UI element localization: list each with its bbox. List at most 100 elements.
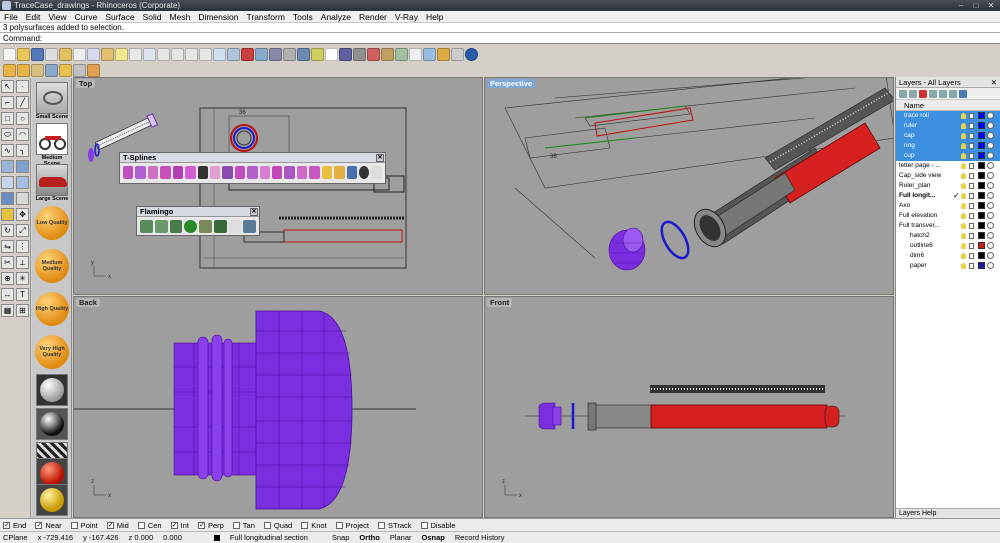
layer-material-icon[interactable] (987, 132, 994, 139)
tsplines-axis-icon[interactable] (321, 166, 333, 179)
close-icon[interactable]: ✕ (376, 154, 384, 162)
layer-color-swatch[interactable] (978, 192, 985, 199)
osnap-end-checkbox[interactable]: ✓ End (3, 521, 26, 530)
menu-surface[interactable]: Surface (101, 11, 138, 23)
layer-row[interactable]: Axo (896, 201, 1000, 211)
viewport-top[interactable]: 36 x y Top T-Splines ✕ Flamingo ✕ (73, 77, 483, 295)
osnap-mid-checkbox[interactable]: ✓ Mid (106, 521, 129, 530)
material-chrome-button[interactable] (34, 408, 70, 440)
layer-icon[interactable] (339, 47, 352, 61)
viewport-title-front[interactable]: Front (487, 298, 513, 307)
menu-solid[interactable]: Solid (139, 11, 166, 23)
layer-material-icon[interactable] (987, 142, 994, 149)
ortho-toggle[interactable]: Ortho (359, 533, 379, 542)
snap-grid-icon[interactable] (17, 63, 30, 77)
surface-icon[interactable] (1, 160, 14, 173)
snap-tool-icon[interactable] (3, 63, 16, 77)
layer-visibility-bulb-icon[interactable] (961, 183, 966, 189)
copy-icon[interactable] (87, 47, 100, 61)
layer-color-swatch[interactable] (978, 242, 985, 249)
layer-lock-icon[interactable] (969, 183, 974, 189)
render-icon[interactable] (409, 47, 422, 61)
tsplines-symmetry-icon[interactable] (309, 166, 320, 179)
point-icon[interactable]: · (16, 80, 29, 93)
osnap-cen-checkbox[interactable]: Cen (137, 521, 162, 530)
tsplines-insert-icon[interactable] (259, 166, 271, 179)
tsplines-toolbar-title[interactable]: T-Splines ✕ (120, 153, 385, 163)
layer-material-icon[interactable] (987, 192, 994, 199)
record-history-toggle[interactable]: Record History (455, 533, 505, 542)
rendered-icon[interactable] (297, 47, 310, 61)
loft-icon[interactable] (1, 192, 14, 205)
menu-curve[interactable]: Curve (71, 11, 102, 23)
layer-material-icon[interactable] (987, 242, 994, 249)
tsplines-box-mode-icon[interactable] (222, 166, 233, 179)
osnap-near-checkbox[interactable]: ✓ Near (35, 521, 62, 530)
layer-material-icon[interactable] (987, 182, 994, 189)
layer-color-swatch[interactable] (978, 122, 985, 129)
cplane-label[interactable]: CPlane (3, 533, 28, 542)
minimize-button[interactable]: – (954, 1, 968, 10)
layer-visibility-bulb-icon[interactable] (961, 143, 966, 149)
layer-visibility-bulb-icon[interactable] (961, 123, 966, 129)
osnap-project-checkbox[interactable]: Project (335, 521, 369, 530)
layer-lock-icon[interactable] (969, 163, 974, 169)
layer-color-swatch[interactable] (978, 162, 985, 169)
layer-lock-icon[interactable] (969, 263, 974, 269)
new-file-icon[interactable] (3, 47, 16, 61)
material-icon[interactable] (381, 47, 394, 61)
layers-column-name[interactable]: Name (896, 100, 1000, 111)
light-icon[interactable] (395, 47, 408, 61)
osnap-int-checkbox[interactable]: ✓ Int (170, 521, 189, 530)
close-icon[interactable]: ✕ (250, 208, 258, 216)
tsplines-manipulator-icon[interactable] (197, 166, 208, 179)
filter-icon[interactable] (949, 89, 957, 98)
layer-visibility-bulb-icon[interactable] (961, 263, 966, 269)
layer-material-icon[interactable] (987, 252, 994, 259)
named-view-icon[interactable] (255, 47, 268, 61)
layer-row[interactable]: paper (896, 261, 1000, 271)
sphere-icon[interactable] (16, 176, 29, 189)
tsplines-plane-icon[interactable] (160, 166, 171, 179)
layer-color-swatch[interactable] (978, 202, 985, 209)
flamingo-sphere-icon[interactable] (184, 220, 197, 233)
flamingo-environment-icon[interactable] (169, 220, 183, 233)
close-icon[interactable]: ✕ (991, 77, 997, 88)
layer-lock-icon[interactable] (969, 133, 974, 139)
tsplines-crease-icon[interactable] (284, 166, 295, 179)
layer-row[interactable]: Full elevation (896, 211, 1000, 221)
layer-visibility-bulb-icon[interactable] (961, 233, 966, 239)
flamingo-sun-icon[interactable] (228, 220, 242, 233)
select-arrow-icon[interactable]: ↖ (1, 80, 14, 93)
grid-icon[interactable]: ⊞ (16, 304, 29, 317)
delete-layer-icon[interactable] (919, 89, 927, 98)
hide-objects-icon[interactable] (325, 47, 338, 61)
layer-color-swatch[interactable] (978, 172, 985, 179)
cut-icon[interactable] (73, 47, 86, 61)
box-icon[interactable] (1, 176, 14, 189)
tsplines-fill-icon[interactable] (296, 166, 308, 179)
layer-lock-icon[interactable] (969, 243, 974, 249)
snap-object-icon[interactable] (31, 63, 44, 77)
display-mode-icon[interactable] (45, 63, 58, 77)
help-icon[interactable] (465, 47, 478, 61)
layer-row[interactable]: Ruler_plan (896, 181, 1000, 191)
split-icon[interactable]: ⟂ (16, 256, 29, 269)
layer-lock-icon[interactable] (969, 213, 974, 219)
layer-color-swatch[interactable] (978, 232, 985, 239)
viewport-front[interactable]: x z Front (484, 296, 894, 518)
shaded-icon[interactable] (283, 47, 296, 61)
rotate-view-icon[interactable] (143, 47, 156, 61)
layer-material-icon[interactable] (987, 262, 994, 269)
zoom-extents-icon[interactable] (185, 47, 198, 61)
layer-visibility-bulb-icon[interactable] (961, 203, 966, 209)
menu-mesh[interactable]: Mesh (166, 11, 195, 23)
layer-row[interactable]: Full longit... ✓ (896, 191, 1000, 201)
flamingo-landscape-icon[interactable] (199, 220, 212, 233)
layer-visibility-bulb-icon[interactable] (961, 153, 966, 159)
transform-icon[interactable] (1, 208, 14, 221)
rotate-icon[interactable]: ↻ (1, 224, 14, 237)
help-icon[interactable] (959, 89, 967, 98)
layer-material-icon[interactable] (987, 162, 994, 169)
save-icon[interactable] (31, 47, 44, 61)
